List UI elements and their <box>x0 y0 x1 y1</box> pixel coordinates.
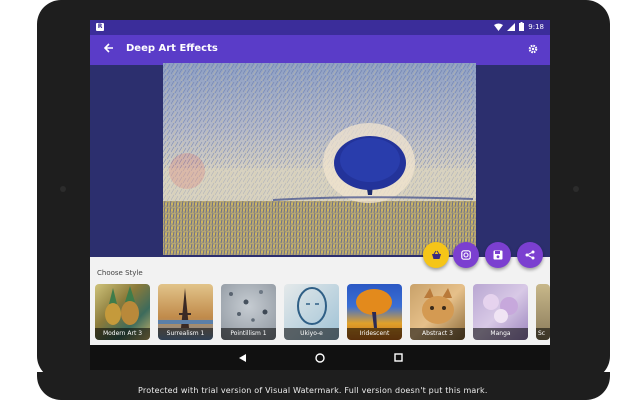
app-screen: R 9:18 Deep Art Effects Choose Style Mod… <box>90 20 550 370</box>
instagram-fab[interactable] <box>453 242 479 268</box>
style-label: Manga <box>473 328 528 340</box>
style-label: Pointillism 1 <box>221 328 276 340</box>
back-triangle-icon <box>238 354 246 362</box>
nav-recents-button[interactable] <box>390 350 406 366</box>
style-label: Iridescent <box>347 328 402 340</box>
arrow-left-icon <box>103 43 113 53</box>
style-list: Modern Art 3 Surrealism 1 Pointillism 1 … <box>95 284 550 341</box>
style-thumb-iridescent[interactable]: Iridescent <box>347 284 402 340</box>
front-sensor <box>573 186 579 192</box>
style-thumb-abstract-3[interactable]: Abstract 3 <box>410 284 465 340</box>
style-image-tree <box>356 289 392 328</box>
instagram-icon <box>461 250 471 260</box>
style-thumb-partial[interactable]: Sc <box>536 284 550 340</box>
signal-icon <box>507 22 516 31</box>
share-icon <box>525 250 535 260</box>
floppy-disk-icon <box>493 250 503 260</box>
style-thumb-modern-art-3[interactable]: Modern Art 3 <box>95 284 150 340</box>
front-camera <box>60 186 66 192</box>
style-label: Abstract 3 <box>410 328 465 340</box>
shop-fab[interactable] <box>423 242 449 268</box>
artwork-image <box>163 63 476 255</box>
style-thumb-ukiyo-e[interactable]: Ukiyo-e <box>284 284 339 340</box>
settings-button[interactable] <box>524 41 542 59</box>
style-label: Sc <box>536 328 550 340</box>
style-label: Surrealism 1 <box>158 328 213 340</box>
nav-back-button[interactable] <box>234 350 250 366</box>
status-icons: 9:18 <box>494 22 544 31</box>
watermark-text: Protected with trial version of Visual W… <box>138 386 488 395</box>
style-thumb-surrealism-1[interactable]: Surrealism 1 <box>158 284 213 340</box>
style-image-cat <box>422 288 454 324</box>
wifi-icon <box>494 23 504 31</box>
status-time: 9:18 <box>528 22 544 31</box>
style-label: Modern Art 3 <box>95 328 150 340</box>
battery-icon <box>519 22 525 31</box>
share-fab[interactable] <box>517 242 543 268</box>
system-nav-bar <box>90 345 550 370</box>
style-image-flowers <box>483 294 518 323</box>
home-circle-icon <box>315 353 325 363</box>
style-thumb-manga[interactable]: Manga <box>473 284 528 340</box>
style-image-eiffel <box>158 288 213 328</box>
style-thumb-pointillism-1[interactable]: Pointillism 1 <box>221 284 276 340</box>
back-button[interactable] <box>100 41 118 59</box>
save-fab[interactable] <box>485 242 511 268</box>
style-image-pineapple <box>105 286 139 325</box>
action-buttons <box>90 242 550 272</box>
style-image-dots <box>229 290 268 322</box>
gear-icon <box>528 44 538 54</box>
app-bar: Deep Art Effects <box>90 35 550 65</box>
nav-home-button[interactable] <box>312 350 328 366</box>
notification-icon: R <box>96 23 104 31</box>
recents-square-icon <box>393 353 403 362</box>
page-title: Deep Art Effects <box>126 43 218 54</box>
style-image-face <box>297 287 327 325</box>
basket-icon <box>431 250 441 259</box>
status-bar: R 9:18 <box>90 20 550 35</box>
style-label: Ukiyo-e <box>284 328 339 340</box>
